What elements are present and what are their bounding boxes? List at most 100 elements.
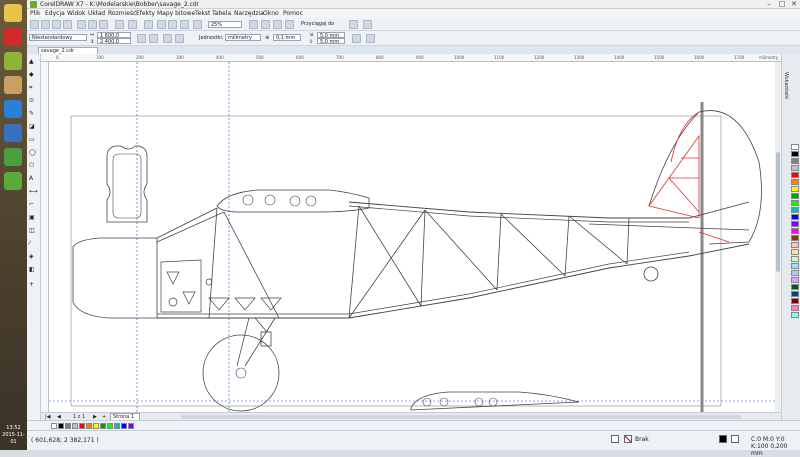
current-page-icon[interactable] <box>175 34 184 43</box>
palette-swatch[interactable] <box>791 214 799 220</box>
save-icon[interactable] <box>52 20 61 29</box>
folder-icon[interactable] <box>4 4 22 22</box>
freehand-tool-icon[interactable]: ✎ <box>29 110 38 119</box>
cut-icon[interactable] <box>77 20 86 29</box>
document-color-swatch[interactable] <box>107 423 113 429</box>
document-tab[interactable]: savage_2.cdr <box>38 47 98 54</box>
palette-swatch[interactable] <box>791 284 799 290</box>
document-color-swatch[interactable] <box>128 423 134 429</box>
options-icon[interactable] <box>349 20 358 29</box>
smart-fill-tool-icon[interactable]: ◪ <box>29 123 38 132</box>
zoom-tool-icon[interactable]: ⊙ <box>29 97 38 106</box>
portrait-icon[interactable] <box>137 34 146 43</box>
document-color-swatch[interactable] <box>58 423 64 429</box>
open-icon[interactable] <box>41 20 50 29</box>
horizontal-ruler[interactable]: 0 100 200 300 400 500 600 700 800 900 10… <box>41 54 781 62</box>
menu-edit[interactable]: Edycja <box>45 10 65 17</box>
snap-to-dropdown[interactable]: Przyciągaj do <box>299 21 339 28</box>
docker-tab-hints[interactable]: Wskazówki <box>783 72 789 99</box>
connector-tool-icon[interactable]: ⌐ <box>29 201 38 210</box>
palette-swatch[interactable] <box>791 270 799 276</box>
chart-app-icon[interactable] <box>4 172 22 190</box>
interactive-fill-tool-icon[interactable]: ◈ <box>29 253 38 262</box>
menu-window[interactable]: Okno <box>263 10 279 17</box>
palette-swatch[interactable] <box>791 242 799 248</box>
menu-table[interactable]: Tabela <box>212 10 231 17</box>
palette-swatch[interactable] <box>791 312 799 318</box>
duplicate-y-input[interactable]: 5,0 mm <box>317 38 345 45</box>
ellipse-tool-icon[interactable]: ◯ <box>29 149 38 158</box>
fullscreen-icon[interactable] <box>249 20 258 29</box>
all-pages-icon[interactable] <box>163 34 172 43</box>
pick-tool-icon[interactable]: ▲ <box>29 58 38 67</box>
menu-layout[interactable]: Układ <box>88 10 105 17</box>
document-color-swatch[interactable] <box>79 423 85 429</box>
eyedropper-tool-icon[interactable]: ⁄ <box>29 240 38 249</box>
fill-status[interactable]: Brak <box>635 436 649 443</box>
palette-swatch[interactable] <box>791 291 799 297</box>
palette-swatch[interactable] <box>791 193 799 199</box>
menu-effects[interactable]: Efekty <box>136 10 155 17</box>
copy-icon[interactable] <box>88 20 97 29</box>
app-launcher-icon[interactable] <box>363 20 372 29</box>
launcher-icon[interactable] <box>193 20 202 29</box>
palette-swatch[interactable] <box>791 186 799 192</box>
palette-swatch[interactable] <box>791 165 799 171</box>
game-icon[interactable] <box>4 124 22 142</box>
pdf-icon[interactable] <box>180 20 189 29</box>
undo-icon[interactable] <box>115 20 124 29</box>
palette-swatch[interactable] <box>791 305 799 311</box>
document-color-swatch[interactable] <box>114 423 120 429</box>
phone-icon[interactable] <box>4 148 22 166</box>
horizontal-scrollbar[interactable] <box>181 415 741 419</box>
palette-swatch[interactable] <box>791 228 799 234</box>
text-tool-icon[interactable]: A <box>29 175 38 184</box>
document-color-swatch[interactable] <box>72 423 78 429</box>
polygon-tool-icon[interactable]: ⬠ <box>29 162 38 171</box>
page-height-input[interactable]: 2 400,0 mm <box>97 38 131 51</box>
redo-icon[interactable] <box>128 20 137 29</box>
search-content-icon[interactable] <box>144 20 153 29</box>
minimize-button[interactable]: – <box>763 0 775 9</box>
palette-swatch[interactable] <box>791 151 799 157</box>
palette-swatch[interactable] <box>791 249 799 255</box>
palette-swatch[interactable] <box>791 144 799 150</box>
landscape-icon[interactable] <box>149 34 158 43</box>
transparency-tool-icon[interactable]: ◫ <box>29 227 38 236</box>
clock[interactable]: 13:52 2015-11-01 <box>0 425 27 446</box>
add-tool-icon[interactable]: + <box>29 281 38 290</box>
document-color-swatch[interactable] <box>121 423 127 429</box>
units-select[interactable]: milimetry <box>225 34 261 41</box>
page-size-select[interactable]: Niestandardowy <box>29 34 87 41</box>
vertical-scrollbar-thumb[interactable] <box>776 152 780 272</box>
menu-view[interactable]: Widok <box>67 10 85 17</box>
palette-swatch[interactable] <box>791 298 799 304</box>
new-icon[interactable] <box>30 20 39 29</box>
menu-tools[interactable]: Narzędzia <box>234 10 264 17</box>
files-icon[interactable] <box>4 76 22 94</box>
palette-swatch[interactable] <box>791 256 799 262</box>
export-icon[interactable] <box>168 20 177 29</box>
palette-swatch[interactable] <box>791 235 799 241</box>
page-options-icon[interactable] <box>366 34 375 43</box>
palette-swatch[interactable] <box>791 221 799 227</box>
palette-swatch[interactable] <box>791 277 799 283</box>
drawing-canvas[interactable] <box>49 62 775 422</box>
import-icon[interactable] <box>157 20 166 29</box>
crop-tool-icon[interactable]: ⌗ <box>29 84 38 93</box>
paste-icon[interactable] <box>99 20 108 29</box>
star-icon[interactable] <box>4 28 22 46</box>
palette-swatch[interactable] <box>791 207 799 213</box>
smart-fill-2-tool-icon[interactable]: ◧ <box>29 266 38 275</box>
treat-as-filled-icon[interactable] <box>352 34 361 43</box>
coreldraw-icon[interactable] <box>4 52 22 70</box>
rectangle-tool-icon[interactable]: ▭ <box>29 136 38 145</box>
document-color-swatch[interactable] <box>86 423 92 429</box>
browser-icon[interactable] <box>4 100 22 118</box>
shape-tool-icon[interactable]: ◆ <box>29 71 38 80</box>
close-button[interactable]: ✕ <box>788 0 800 9</box>
palette-swatch[interactable] <box>791 172 799 178</box>
print-icon[interactable] <box>63 20 72 29</box>
menu-text[interactable]: Tekst <box>195 10 210 17</box>
guides-icon[interactable] <box>285 20 294 29</box>
